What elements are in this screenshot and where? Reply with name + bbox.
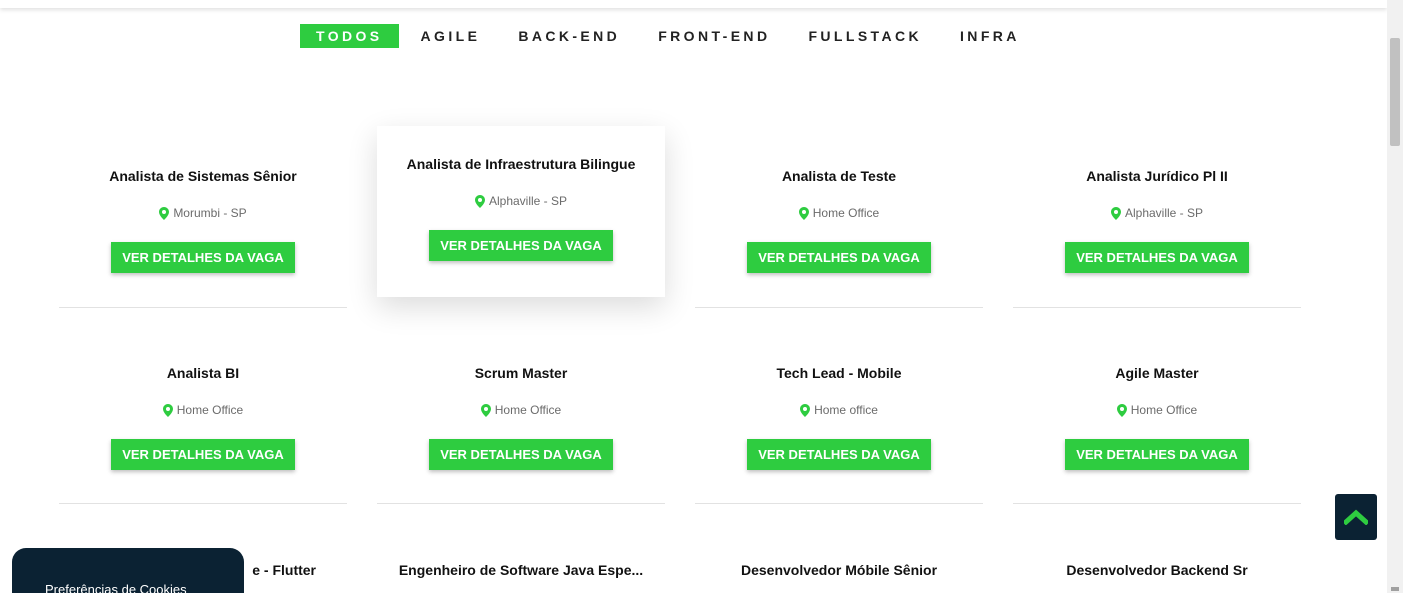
job-card: Desenvolvedor Móbile Sênior [695, 554, 983, 593]
job-location-text: Home office [814, 403, 878, 417]
job-location: Alphaville - SP [377, 194, 665, 208]
job-card: Engenheiro de Software Java Espe... [377, 554, 665, 593]
job-title: Scrum Master [474, 365, 568, 381]
map-pin-icon [474, 194, 485, 208]
job-title: Analista Jurídico Pl II [1086, 168, 1228, 184]
job-card: Scrum Master Home Office VER DETALHES DA… [377, 357, 665, 504]
view-job-details-button[interactable]: VER DETALHES DA VAGA [111, 242, 295, 273]
page-scrollbar[interactable] [1387, 0, 1403, 593]
job-title: Analista de Teste [781, 168, 897, 184]
cookie-preferences-button[interactable]: Preferências de Cookies [12, 548, 244, 593]
job-card: Analista de Sistemas Sênior Morumbi - SP… [59, 160, 347, 308]
view-job-details-button[interactable]: VER DETALHES DA VAGA [111, 439, 295, 470]
cookie-preferences-label: Preferências de Cookies [45, 582, 187, 593]
job-location: Alphaville - SP [1013, 206, 1301, 220]
job-location-text: Morumbi - SP [173, 206, 247, 220]
job-card: Analista Jurídico Pl II Alphaville - SP … [1013, 160, 1301, 308]
job-card: Tech Lead - Mobile Home office VER DETAL… [695, 357, 983, 504]
map-pin-icon [480, 403, 491, 417]
job-cards-grid: Analista de Sistemas Sênior Morumbi - SP… [0, 0, 1387, 593]
job-card-hovered: Analista de Infraestrutura Bilingue Alph… [377, 126, 665, 297]
job-title: Engenheiro de Software Java Espe... [398, 562, 644, 578]
map-pin-icon [1110, 206, 1121, 220]
map-pin-icon [162, 403, 173, 417]
job-title: Analista BI [166, 365, 240, 381]
job-title: Analista de Sistemas Sênior [109, 168, 297, 184]
map-pin-icon [798, 206, 809, 220]
job-title: Desenvolvedor Móbile Sênior [740, 562, 938, 578]
job-location: Home office [695, 403, 983, 417]
view-job-details-button[interactable]: VER DETALHES DA VAGA [747, 242, 931, 273]
view-job-details-button[interactable]: VER DETALHES DA VAGA [747, 439, 931, 470]
job-location: Morumbi - SP [59, 206, 347, 220]
job-title: Agile Master [1115, 365, 1199, 381]
view-job-details-button[interactable]: VER DETALHES DA VAGA [429, 230, 613, 261]
job-title: Tech Lead - Mobile [776, 365, 902, 381]
scroll-to-top-button[interactable] [1335, 494, 1377, 540]
job-location: Home Office [1013, 403, 1301, 417]
view-job-details-button[interactable]: VER DETALHES DA VAGA [1065, 242, 1249, 273]
job-location: Home Office [59, 403, 347, 417]
view-job-details-button[interactable]: VER DETALHES DA VAGA [429, 439, 613, 470]
map-pin-icon [800, 403, 811, 417]
job-location: Home Office [695, 206, 983, 220]
chevron-up-icon [1344, 509, 1368, 525]
job-card: Analista de Teste Home Office VER DETALH… [695, 160, 983, 308]
scrollbar-thumb[interactable] [1390, 38, 1400, 146]
job-location-text: Alphaville - SP [488, 194, 568, 208]
job-card: Analista BI Home Office VER DETALHES DA … [59, 357, 347, 504]
job-location-text: Home Office [176, 403, 244, 417]
job-card: Agile Master Home Office VER DETALHES DA… [1013, 357, 1301, 504]
map-pin-icon [159, 206, 170, 220]
job-location-text: Alphaville - SP [1124, 206, 1204, 220]
job-title: Analista de Infraestrutura Bilingue [406, 156, 636, 172]
job-location: Home Office [377, 403, 665, 417]
job-location-text: Home Office [812, 206, 880, 220]
job-title: Desenvolvedor Backend Sr [1066, 562, 1248, 578]
scrollbar-down-arrow[interactable] [1391, 587, 1399, 591]
view-job-details-button[interactable]: VER DETALHES DA VAGA [1065, 439, 1249, 470]
job-location-text: Home Office [1130, 403, 1198, 417]
map-pin-icon [1116, 403, 1127, 417]
job-card: Desenvolvedor Backend Sr [1013, 554, 1301, 593]
job-location-text: Home Office [494, 403, 562, 417]
